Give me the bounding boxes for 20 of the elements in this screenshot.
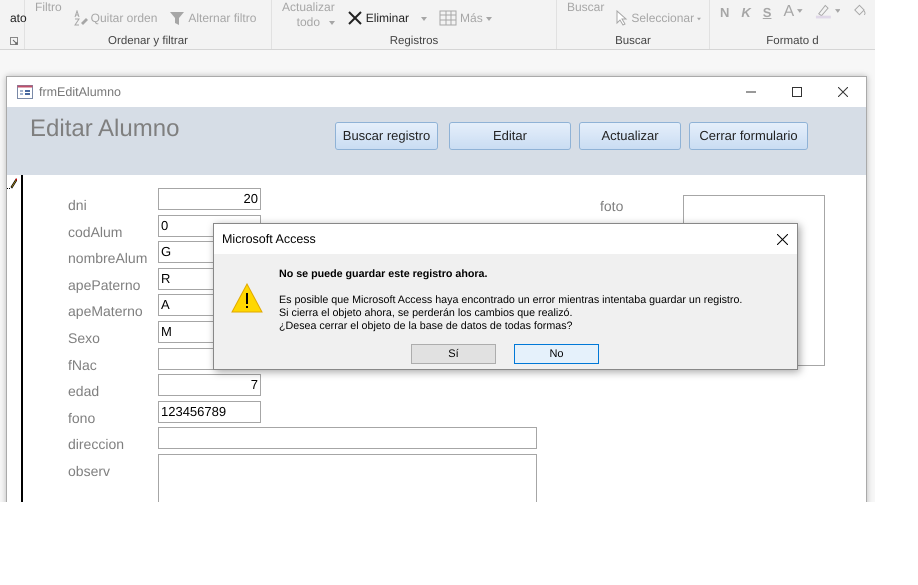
field-label: Sexo bbox=[67, 328, 101, 347]
group-label: Ordenar y filtrar bbox=[107, 34, 189, 49]
window-title: frmEditAlumno bbox=[39, 84, 121, 101]
field-label: direccion bbox=[67, 435, 126, 454]
dialog-heading: No se puede guardar este registro ahora. bbox=[279, 268, 488, 281]
field-label: foto bbox=[600, 197, 624, 215]
dialog-message: Es posible que Microsoft Access haya encontrado un error mientras intentaba guardar un registro. Si cierra el objeto ahora, se perderán los cambios que realizó. ¿Desea cerrar el objeto de la base de datos de todas formas? bbox=[279, 294, 742, 333]
field-label: fNac bbox=[67, 356, 98, 374]
field-label: codAlum bbox=[67, 222, 124, 241]
field-label: edad bbox=[67, 382, 100, 400]
group-label: Buscar bbox=[614, 34, 652, 49]
field-label: fono bbox=[67, 408, 96, 427]
group-label: Formato d bbox=[765, 34, 820, 49]
group-label: Registros bbox=[388, 34, 440, 49]
form-heading: Editar Alumno bbox=[30, 117, 180, 141]
field-label: observ bbox=[67, 462, 112, 480]
field-label: apeMaterno bbox=[67, 302, 144, 320]
field-label: nombreAlum bbox=[67, 249, 148, 268]
field-label: apePaterno bbox=[67, 276, 142, 294]
field-label: dni bbox=[67, 196, 88, 214]
